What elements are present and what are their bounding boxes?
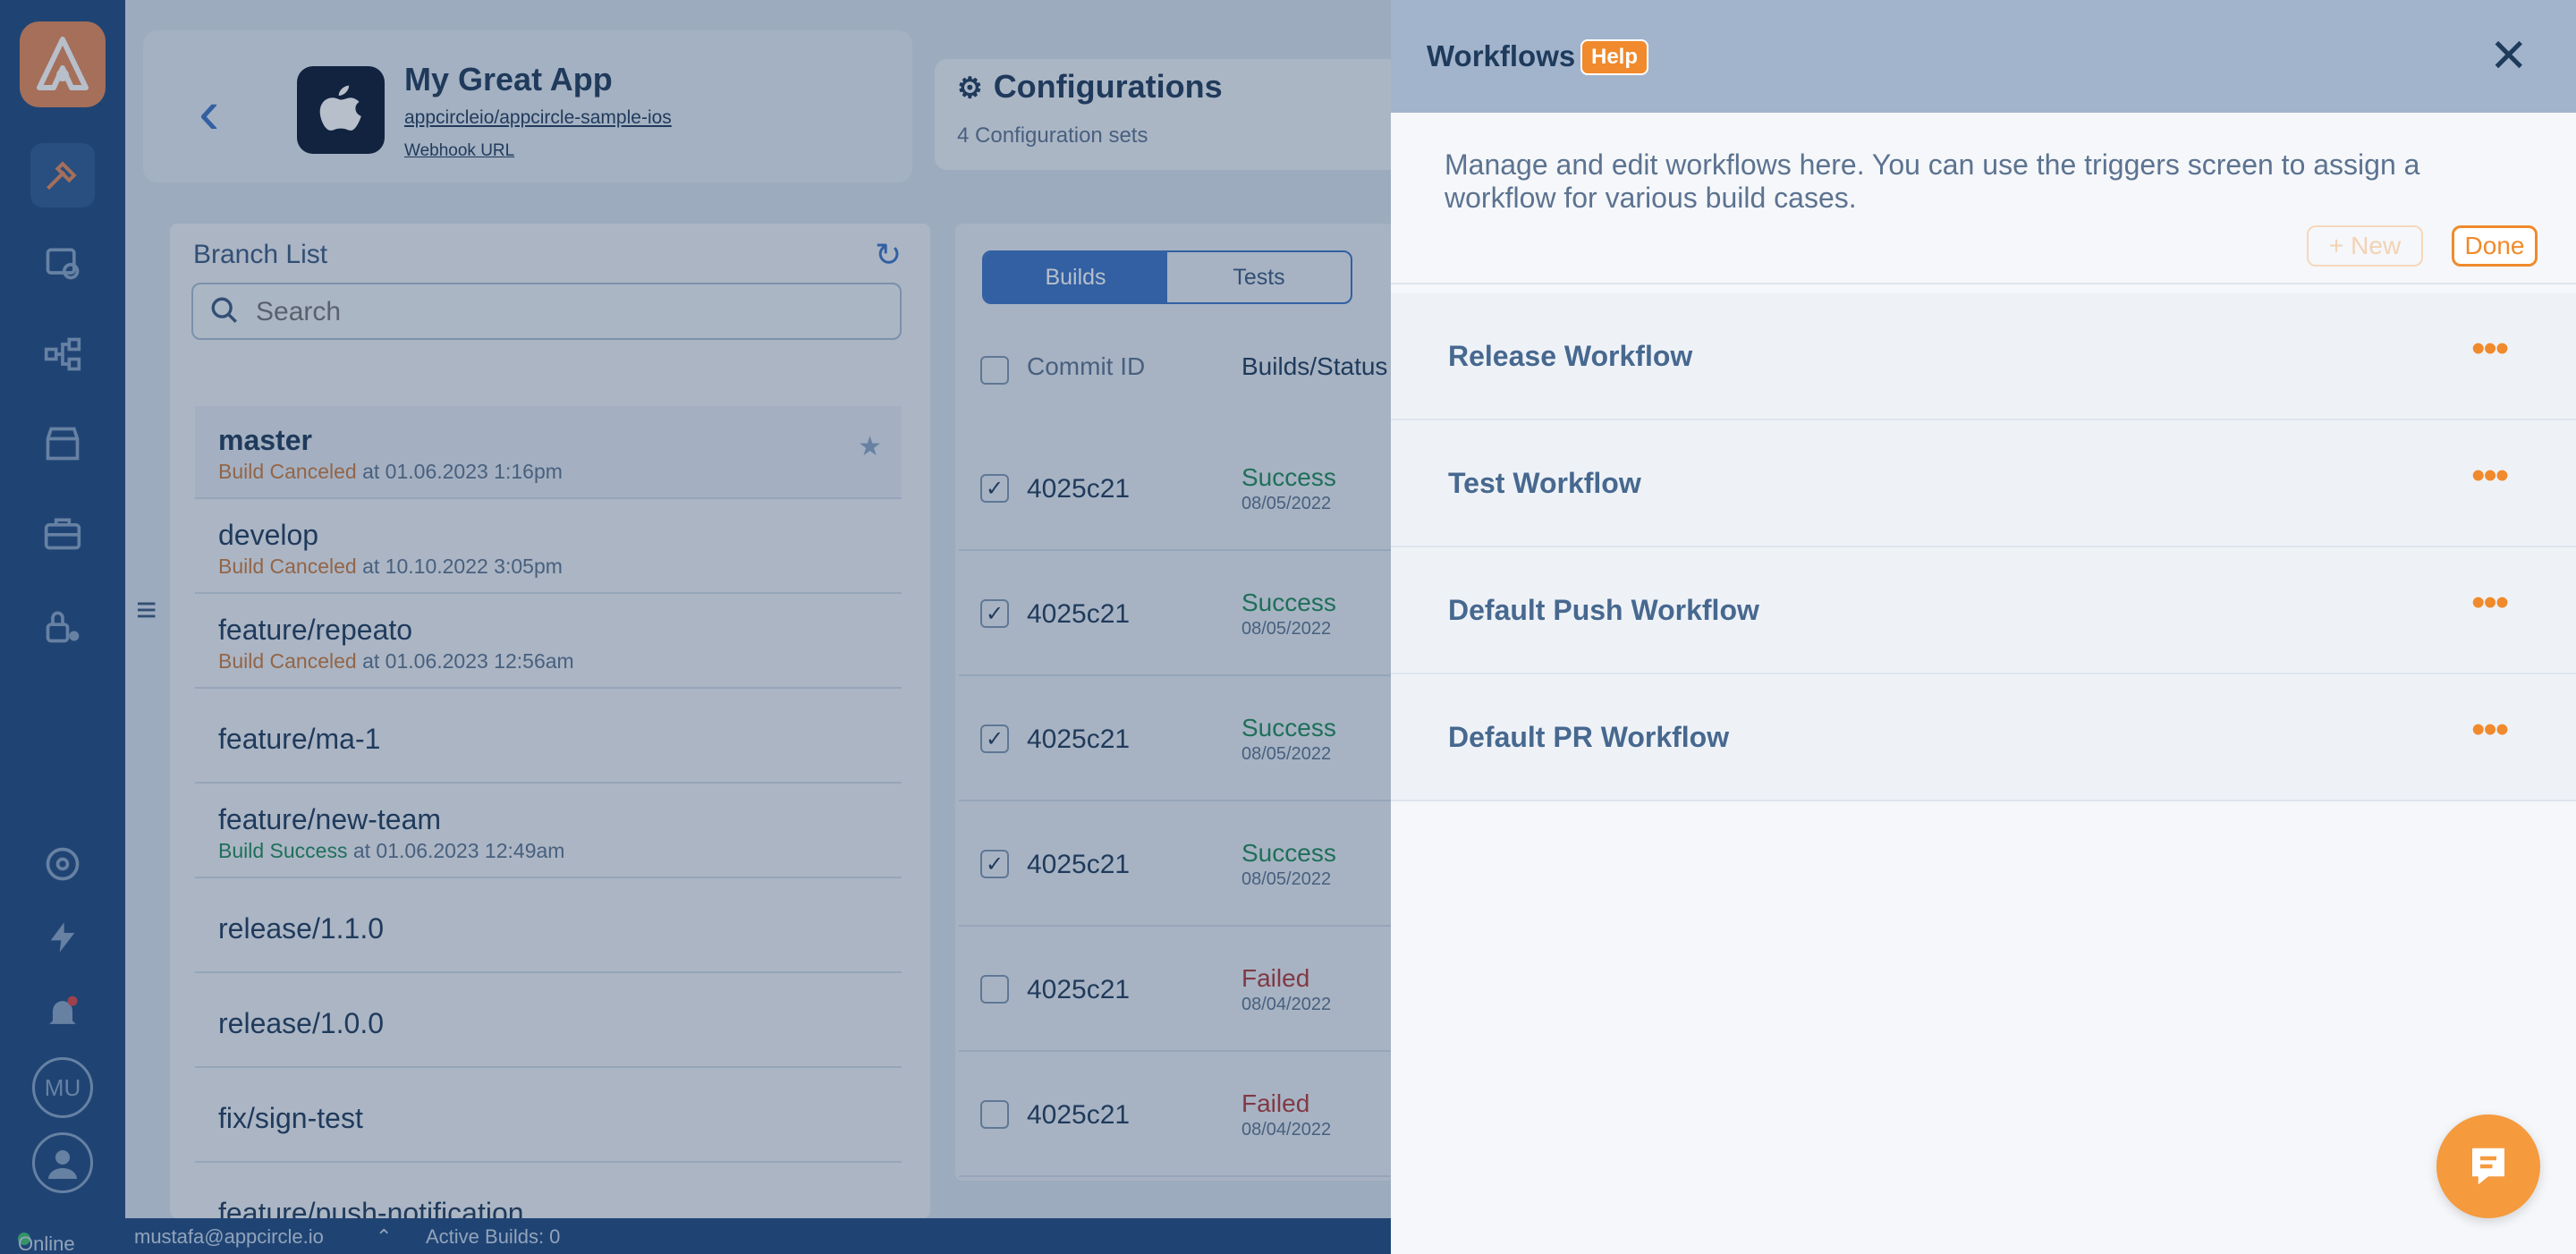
workflow-item[interactable]: Default PR Workflow ••• <box>1391 674 2576 801</box>
workflow-item[interactable]: Test Workflow ••• <box>1391 420 2576 547</box>
workflow-name: Default Push Workflow <box>1448 594 1759 626</box>
plus-icon: + <box>2328 232 2344 259</box>
workflow-item[interactable]: Release Workflow ••• <box>1391 293 2576 420</box>
workflow-name: Default PR Workflow <box>1448 721 1730 753</box>
help-badge[interactable]: Help <box>1580 39 1649 75</box>
more-options-icon[interactable]: ••• <box>2471 583 2509 623</box>
workflow-item[interactable]: Default Push Workflow ••• <box>1391 547 2576 674</box>
workflow-name: Test Workflow <box>1448 467 1641 499</box>
drawer-title: Workflows <box>1427 39 1576 72</box>
new-label: New <box>2351 232 2402 259</box>
more-options-icon[interactable]: ••• <box>2471 710 2509 750</box>
workflows-drawer: Workflows Help ✕ Manage and edit workflo… <box>1391 0 2576 1254</box>
done-button[interactable]: Done <box>2452 225 2538 267</box>
workflow-name: Release Workflow <box>1448 340 1693 372</box>
more-options-icon[interactable]: ••• <box>2471 456 2509 496</box>
chat-button[interactable] <box>2436 1114 2540 1218</box>
divider <box>1391 283 2576 284</box>
new-workflow-button[interactable]: + New <box>2307 225 2423 267</box>
chat-icon <box>2472 1148 2504 1185</box>
close-icon[interactable]: ✕ <box>2489 33 2529 80</box>
more-options-icon[interactable]: ••• <box>2471 329 2509 369</box>
drawer-description: Manage and edit workflows here. You can … <box>1445 148 2420 214</box>
drawer-header: Workflows Help ✕ <box>1391 0 2576 113</box>
modal-overlay[interactable] <box>0 0 1391 1254</box>
